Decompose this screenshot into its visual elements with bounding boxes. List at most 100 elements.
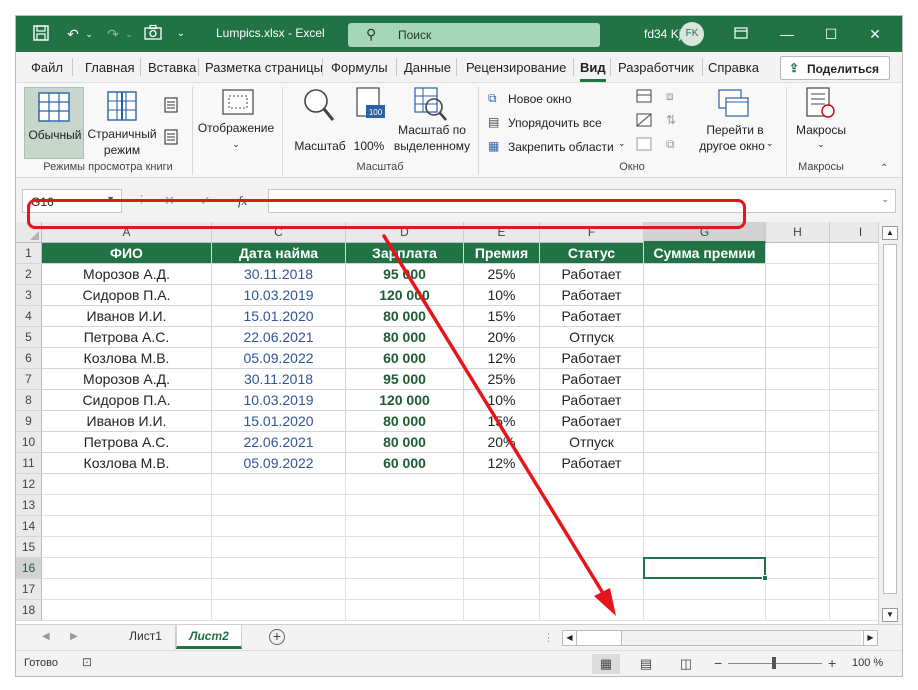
table-cell[interactable]: 05.09.2022 xyxy=(212,348,346,369)
table-cell[interactable]: 25% xyxy=(464,264,540,285)
page-break-view-label-2[interactable]: режим xyxy=(86,143,158,158)
normal-view-button[interactable]: Обычный xyxy=(24,87,84,159)
scroll-up-icon[interactable]: ▲ xyxy=(882,226,898,240)
arrange-all-icon[interactable]: ▤ xyxy=(488,115,499,129)
column-header-i[interactable]: I xyxy=(830,222,878,243)
table-cell[interactable]: Морозов А.Д. xyxy=(42,264,212,285)
table-cell[interactable]: 20% xyxy=(464,327,540,348)
table-cell[interactable]: Петрова А.С. xyxy=(42,432,212,453)
spreadsheet-grid[interactable]: A C D E F G H I 1 2 3 4 5 6 7 8 9 10 11 12 13 14 15 16 17 18 ФИО Да… xyxy=(16,222,878,624)
selected-cell[interactable] xyxy=(643,557,768,581)
scroll-left-icon[interactable]: ◀ xyxy=(563,631,577,645)
table-cell[interactable]: 10.03.2019 xyxy=(212,390,346,411)
table-cell[interactable]: 25% xyxy=(464,369,540,390)
tab-page-layout[interactable]: Разметка страницы xyxy=(205,60,323,75)
tab-insert[interactable]: Вставка xyxy=(148,60,196,75)
zoom-level[interactable]: 100 % xyxy=(852,657,883,669)
scroll-down-icon[interactable]: ▼ xyxy=(882,608,898,622)
tab-review[interactable]: Рецензирование xyxy=(466,60,566,75)
table-cell[interactable]: 10% xyxy=(464,390,540,411)
table-cell[interactable]: Работает xyxy=(540,453,644,474)
synchronous-scroll-icon[interactable]: ⇅ xyxy=(666,113,676,127)
table-cell[interactable]: Козлова М.В. xyxy=(42,348,212,369)
table-cell[interactable]: Работает xyxy=(540,390,644,411)
bonus-sum-cell[interactable] xyxy=(644,327,766,348)
zoom-selection-button[interactable]: Масштаб по xyxy=(392,123,472,138)
macros-dropdown-icon[interactable]: ⌄ xyxy=(788,137,854,152)
row-header-2[interactable]: 2 xyxy=(16,264,42,285)
bonus-sum-cell[interactable] xyxy=(644,369,766,390)
table-cell[interactable]: Отпуск xyxy=(540,327,644,348)
table-cell[interactable]: Работает xyxy=(540,285,644,306)
table-cell[interactable]: 80 000 xyxy=(346,327,464,348)
display-dropdown-icon[interactable]: ⌄ xyxy=(196,137,276,152)
zoom-button[interactable]: Масштаб xyxy=(288,139,352,154)
row-header-5[interactable]: 5 xyxy=(16,327,42,348)
table-cell[interactable]: Сидоров П.А. xyxy=(42,285,212,306)
freeze-panes-dropdown-icon[interactable]: ⌄ xyxy=(618,138,626,149)
row-header-17[interactable]: 17 xyxy=(16,579,42,600)
page-break-view-label[interactable]: Страничный xyxy=(86,127,158,142)
table-cell[interactable]: Петрова А.С. xyxy=(42,327,212,348)
row-header-18[interactable]: 18 xyxy=(16,600,42,621)
scroll-thumb[interactable] xyxy=(883,244,897,594)
redo-dropdown-icon[interactable]: ⌄ xyxy=(124,24,134,44)
maximize-button[interactable]: ☐ xyxy=(816,22,846,46)
scroll-right-icon[interactable]: ▶ xyxy=(863,631,877,645)
table-cell[interactable]: Работает xyxy=(540,348,644,369)
tab-formulas[interactable]: Формулы xyxy=(331,60,388,75)
zoom-100-icon[interactable]: 100 xyxy=(356,87,386,121)
hide-icon[interactable] xyxy=(636,113,652,127)
page-break-status-icon[interactable]: ◫ xyxy=(672,654,700,674)
table-cell[interactable]: 120 000 xyxy=(346,285,464,306)
macros-icon[interactable] xyxy=(806,87,836,119)
table-cell[interactable]: 60 000 xyxy=(346,348,464,369)
ribbon-display-options-icon[interactable] xyxy=(726,22,756,46)
undo-icon[interactable]: ↶ xyxy=(62,24,84,44)
view-side-by-side-icon[interactable]: ⧈ xyxy=(666,89,674,104)
table-cell[interactable]: 60 000 xyxy=(346,453,464,474)
custom-views-icon[interactable] xyxy=(164,129,178,145)
zoom-slider-thumb[interactable] xyxy=(772,657,776,669)
bonus-sum-cell[interactable] xyxy=(644,264,766,285)
new-window-icon[interactable]: ⧉ xyxy=(488,91,497,106)
row-header-7[interactable]: 7 xyxy=(16,369,42,390)
table-cell[interactable]: 15% xyxy=(464,306,540,327)
row-header-11[interactable]: 11 xyxy=(16,453,42,474)
table-cell[interactable]: 10.03.2019 xyxy=(212,285,346,306)
camera-icon[interactable] xyxy=(142,24,164,44)
tab-data[interactable]: Данные xyxy=(404,60,451,75)
table-cell[interactable]: 15% xyxy=(464,411,540,432)
share-button[interactable]: ⇪ Поделиться xyxy=(780,56,890,80)
prev-sheet-icon[interactable]: ◀ xyxy=(42,631,50,642)
freeze-panes-icon[interactable]: ▦ xyxy=(488,139,499,153)
table-cell[interactable]: 05.09.2022 xyxy=(212,453,346,474)
table-cell[interactable]: 30.11.2018 xyxy=(212,369,346,390)
page-break-view-icon[interactable] xyxy=(107,91,137,121)
avatar[interactable]: FK xyxy=(680,22,704,46)
table-cell[interactable]: 12% xyxy=(464,453,540,474)
search-box[interactable]: ⚲ Поиск xyxy=(348,23,600,47)
sheet-tab-1[interactable]: Лист1 xyxy=(116,625,176,649)
row-header-16[interactable]: 16 xyxy=(16,558,42,579)
collapse-ribbon-icon[interactable]: ⌃ xyxy=(880,163,888,174)
table-cell[interactable]: Отпуск xyxy=(540,432,644,453)
row-header-1[interactable]: 1 xyxy=(16,243,42,264)
row-header-3[interactable]: 3 xyxy=(16,285,42,306)
row-header-4[interactable]: 4 xyxy=(16,306,42,327)
sheet-tab-2[interactable]: Лист2 xyxy=(176,625,242,649)
tab-file[interactable]: Файл xyxy=(31,60,63,75)
display-button[interactable]: Отображение xyxy=(196,121,276,136)
column-header-h[interactable]: H xyxy=(766,222,830,243)
bonus-sum-cell[interactable] xyxy=(644,453,766,474)
page-layout-view-icon[interactable] xyxy=(164,97,178,113)
zoom-in-icon[interactable]: + xyxy=(828,655,836,671)
table-cell[interactable]: Работает xyxy=(540,264,644,285)
table-cell[interactable]: 80 000 xyxy=(346,306,464,327)
zoom-selection-label-2[interactable]: выделенному xyxy=(392,139,472,154)
reset-window-position-icon[interactable]: ⧉ xyxy=(666,137,675,152)
arrange-all-button[interactable]: Упорядочить все xyxy=(508,116,602,130)
normal-view-status-icon[interactable]: ▦ xyxy=(592,654,620,674)
zoom-icon[interactable] xyxy=(302,87,336,123)
row-header-6[interactable]: 6 xyxy=(16,348,42,369)
